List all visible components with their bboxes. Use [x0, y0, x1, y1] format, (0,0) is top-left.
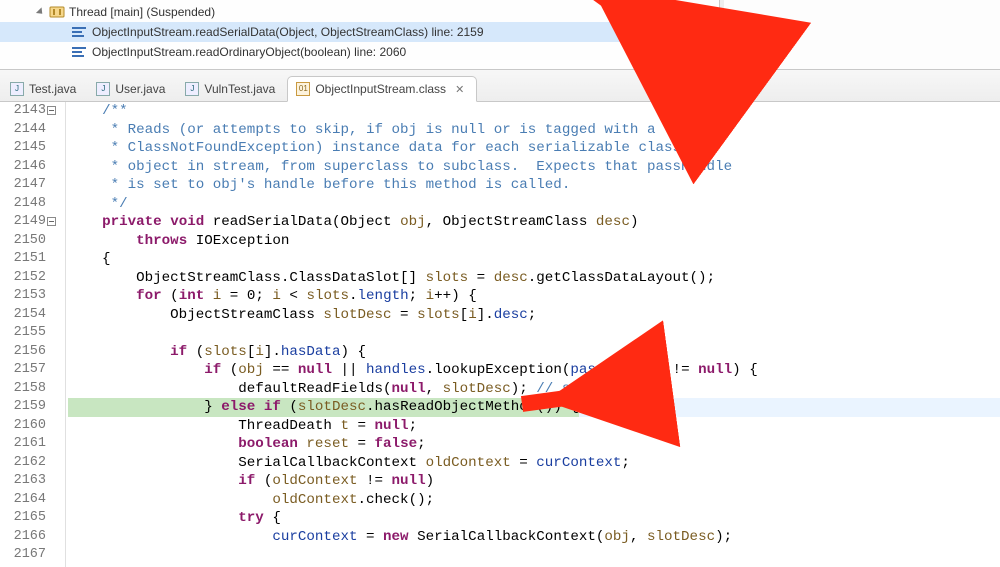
fold-toggle-icon[interactable]	[47, 106, 56, 115]
line-number: 2162	[0, 454, 46, 473]
code-line[interactable]: SerialCallbackContext oldContext = curCo…	[66, 454, 1000, 473]
line-number: 2158	[0, 380, 46, 399]
tab-label: User.java	[115, 82, 165, 96]
debug-panel: Thread [main] (Suspended) ObjectInputStr…	[0, 0, 1000, 70]
line-number: 2157	[0, 361, 46, 380]
thread-node[interactable]: Thread [main] (Suspended)	[0, 2, 719, 22]
code-line[interactable]: } else if (slotDesc.hasReadObjectMethod(…	[66, 398, 1000, 417]
thread-label: Thread [main] (Suspended)	[69, 5, 215, 19]
code-line[interactable]: ObjectStreamClass.ClassDataSlot[] slots …	[66, 269, 1000, 288]
code-line[interactable]: if (slots[i].hasData) {	[66, 343, 1000, 362]
line-number: 2148	[0, 195, 46, 214]
line-number: 2160	[0, 417, 46, 436]
code-area[interactable]: /** * Reads (or attempts to skip, if obj…	[66, 102, 1000, 567]
line-number: 2165	[0, 509, 46, 528]
code-line[interactable]: ThreadDeath t = null;	[66, 417, 1000, 436]
code-line[interactable]: */	[66, 195, 1000, 214]
line-number: 2164	[0, 491, 46, 510]
line-number: 2151	[0, 250, 46, 269]
java-file-icon: J	[10, 82, 24, 96]
line-number: 2152	[0, 269, 46, 288]
editor-tab[interactable]: 01 ObjectInputStream.class ✕	[287, 76, 477, 102]
editor-tab-bar: J Test.java J User.java J VulnTest.java 01 Obje…	[0, 70, 1000, 102]
stack-frame-icon	[72, 27, 86, 37]
editor-tab[interactable]: J User.java	[88, 77, 177, 101]
line-number: 2154	[0, 306, 46, 325]
call-stack[interactable]: Thread [main] (Suspended) ObjectInputStr…	[0, 0, 720, 69]
code-line[interactable]: {	[66, 250, 1000, 269]
code-line[interactable]	[66, 324, 1000, 343]
code-line[interactable]: defaultReadFields(null, slotDesc); // s	[66, 380, 1000, 399]
tab-label: VulnTest.java	[204, 82, 275, 96]
code-line[interactable]: throws IOException	[66, 232, 1000, 251]
java-file-icon: J	[185, 82, 199, 96]
code-line[interactable]: * is set to obj's handle before this met…	[66, 176, 1000, 195]
line-number: 2145	[0, 139, 46, 158]
thread-suspended-icon	[49, 4, 65, 20]
stack-frame-icon	[72, 47, 86, 57]
line-number: 2153	[0, 287, 46, 306]
editor-tab[interactable]: J Test.java	[2, 77, 88, 101]
line-number: 2147	[0, 176, 46, 195]
line-number: 2167	[0, 546, 46, 565]
line-number: 2155	[0, 324, 46, 343]
stack-frame[interactable]: ObjectInputStream.readOrdinaryObject(boo…	[0, 42, 719, 62]
line-number: 2149	[0, 213, 46, 232]
code-line[interactable]: if (obj == null || handles.lookupExcepti…	[66, 361, 1000, 380]
code-line[interactable]: * object in stream, from superclass to s…	[66, 158, 1000, 177]
code-line[interactable]: try {	[66, 509, 1000, 528]
code-line[interactable]: ObjectStreamClass slotDesc = slots[i].de…	[66, 306, 1000, 325]
line-number-gutter: 2143214421452146214721482149215021512152…	[0, 102, 52, 567]
code-line[interactable]: for (int i = 0; i < slots.length; i++) {	[66, 287, 1000, 306]
code-line[interactable]: private void readSerialData(Object obj, …	[66, 213, 1000, 232]
line-number: 2146	[0, 158, 46, 177]
line-number: 2161	[0, 435, 46, 454]
stack-frame[interactable]: ObjectInputStream.readSerialData(Object,…	[0, 22, 719, 42]
tab-label: ObjectInputStream.class	[315, 82, 446, 96]
close-icon[interactable]: ✕	[455, 83, 464, 96]
code-line[interactable]: * Reads (or attempts to skip, if obj is …	[66, 121, 1000, 140]
class-file-icon: 01	[296, 82, 310, 96]
line-number: 2150	[0, 232, 46, 251]
line-number: 2163	[0, 472, 46, 491]
code-line[interactable]	[66, 546, 1000, 565]
code-line[interactable]: curContext = new SerialCallbackContext(o…	[66, 528, 1000, 547]
code-line[interactable]: /**	[66, 102, 1000, 121]
variables-panel[interactable]	[720, 0, 1000, 69]
line-number: 2143	[0, 102, 46, 121]
tab-label: Test.java	[29, 82, 76, 96]
code-line[interactable]: * ClassNotFoundException) instance data …	[66, 139, 1000, 158]
expand-caret-icon[interactable]	[36, 7, 45, 16]
stack-frame-text: ObjectInputStream.readOrdinaryObject(boo…	[92, 45, 406, 59]
line-number: 2166	[0, 528, 46, 547]
code-line[interactable]: if (oldContext != null)	[66, 472, 1000, 491]
code-line[interactable]: boolean reset = false;	[66, 435, 1000, 454]
code-line[interactable]: oldContext.check();	[66, 491, 1000, 510]
java-file-icon: J	[96, 82, 110, 96]
line-number: 2159	[0, 398, 46, 417]
fold-toggle-icon[interactable]	[47, 217, 56, 226]
code-editor[interactable]: 2143214421452146214721482149215021512152…	[0, 102, 1000, 567]
stack-frame-text: ObjectInputStream.readSerialData(Object,…	[92, 25, 484, 39]
line-number: 2144	[0, 121, 46, 140]
folding-ruler[interactable]	[52, 102, 66, 567]
editor-tab[interactable]: J VulnTest.java	[177, 77, 287, 101]
line-number: 2156	[0, 343, 46, 362]
